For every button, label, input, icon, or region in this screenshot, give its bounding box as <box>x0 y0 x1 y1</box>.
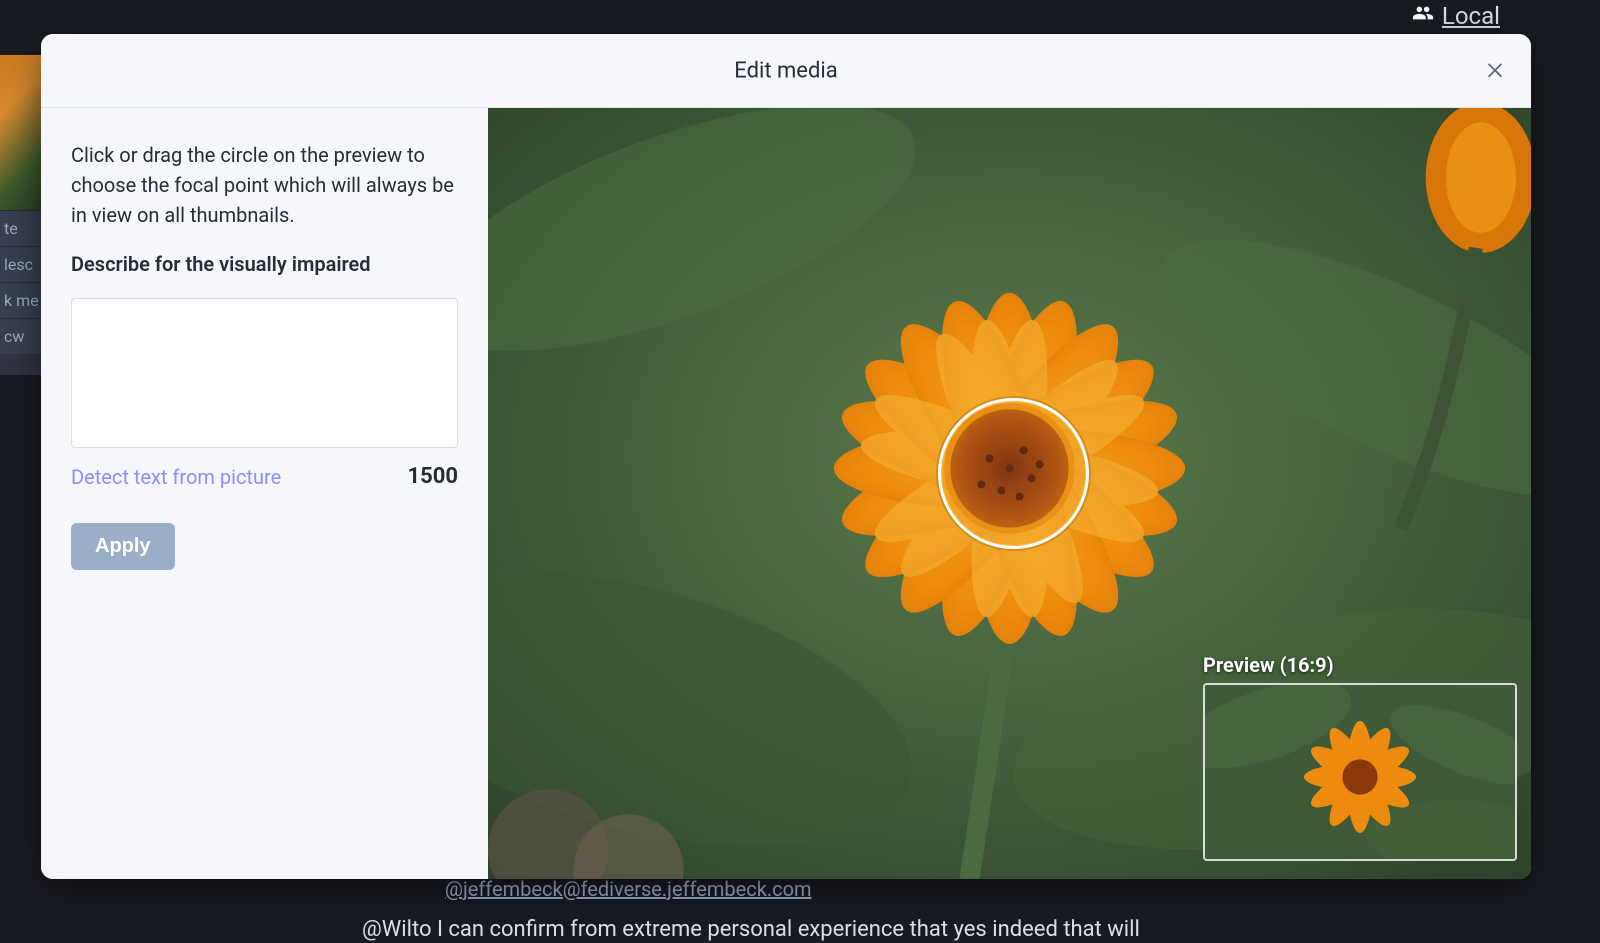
apply-button[interactable]: Apply <box>71 523 175 570</box>
preview-thumbnail-box: Preview (16:9) <box>1203 653 1513 861</box>
nav-link-local[interactable]: Local <box>1412 2 1500 30</box>
edit-media-sidebar: Click or drag the circle on the preview … <box>41 108 488 879</box>
modal-title: Edit media <box>734 58 837 83</box>
preview-thumbnail <box>1203 683 1517 861</box>
preview-caption: Preview (16:9) <box>1203 653 1513 677</box>
description-input[interactable] <box>71 298 458 448</box>
focal-point-hint: Click or drag the circle on the preview … <box>71 140 458 230</box>
char-counter: 1500 <box>408 464 459 489</box>
detect-text-link[interactable]: Detect text from picture <box>71 465 281 489</box>
status-handle-link[interactable]: @jeffembeck@fediverse.jeffembeck.com <box>445 877 812 901</box>
close-button[interactable] <box>1477 53 1513 89</box>
modal-header: Edit media <box>41 34 1531 108</box>
status-body-fragment: @Wilto I can confirm from extreme person… <box>362 917 1140 942</box>
edit-media-modal: Edit media Click or drag the circle on t… <box>41 34 1531 879</box>
focal-point-handle[interactable] <box>938 398 1089 549</box>
focal-point-preview[interactable]: Preview (16:9) <box>488 108 1531 879</box>
description-label: Describe for the visually impaired <box>71 252 458 276</box>
group-icon <box>1412 2 1434 30</box>
close-icon <box>1484 58 1506 84</box>
nav-link-local-label: Local <box>1442 2 1500 30</box>
